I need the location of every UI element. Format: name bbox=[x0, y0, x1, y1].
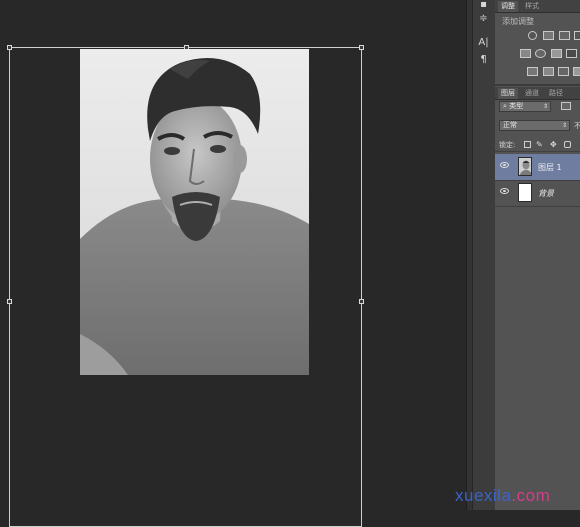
watermark-domain: .com bbox=[511, 486, 551, 505]
layer-name[interactable]: 图层 1 bbox=[538, 162, 562, 173]
curves-icon[interactable] bbox=[559, 31, 570, 40]
layer-thumbnail bbox=[518, 157, 532, 176]
lock-all-icon[interactable] bbox=[564, 141, 571, 148]
chevron-down-icon: ⇕ bbox=[542, 103, 548, 110]
transform-handle-top-left[interactable] bbox=[7, 45, 12, 50]
portrait-photo bbox=[80, 49, 309, 375]
exposure-icon[interactable] bbox=[574, 31, 580, 40]
adjustments-tabbar: 调整 样式 bbox=[495, 0, 580, 13]
vibrance-icon[interactable] bbox=[520, 49, 531, 58]
blend-mode-value: 正常 bbox=[503, 121, 517, 129]
layer-name[interactable]: 背景 bbox=[538, 188, 554, 199]
layer-row[interactable]: 图层 1 bbox=[495, 154, 580, 181]
transform-handle-middle-left[interactable] bbox=[7, 299, 12, 304]
layer-row[interactable]: 背景 bbox=[495, 180, 580, 207]
layer-filter-dropdown[interactable]: ⌕ 类型 ⇕ bbox=[499, 101, 551, 112]
watermark-name: xuexila bbox=[455, 486, 512, 505]
tab-adjustments[interactable]: 调整 bbox=[498, 1, 518, 12]
adjust-sliders-icon[interactable]: ≑ bbox=[476, 12, 491, 26]
threshold-icon[interactable] bbox=[558, 67, 569, 76]
lock-brush-icon[interactable]: ✎ bbox=[536, 141, 543, 149]
layers-list-divider bbox=[495, 151, 580, 152]
tab-channels[interactable]: 通道 bbox=[522, 88, 542, 99]
tab-styles[interactable]: 样式 bbox=[522, 1, 542, 12]
tab-paths[interactable]: 路径 bbox=[546, 88, 566, 99]
posterize-icon[interactable] bbox=[543, 67, 554, 76]
layers-tabbar: 图层 通道 路径 bbox=[495, 87, 580, 100]
panel-divider bbox=[495, 84, 580, 86]
add-adjustment-label: 添加调整 bbox=[502, 17, 534, 26]
levels-icon[interactable] bbox=[543, 31, 554, 40]
gradient-map-icon[interactable] bbox=[573, 67, 580, 76]
hue-saturation-icon[interactable] bbox=[535, 49, 546, 58]
lock-label: 锁定: bbox=[499, 141, 516, 149]
transform-handle-top-right[interactable] bbox=[359, 45, 364, 50]
tool-preset-icon[interactable]: ▪ bbox=[476, 0, 491, 12]
eye-visibility-icon[interactable] bbox=[500, 188, 509, 194]
character-icon[interactable]: A| bbox=[476, 36, 491, 50]
black-white-icon[interactable] bbox=[566, 49, 577, 58]
layer-thumbnail bbox=[518, 183, 532, 202]
opacity-label: 不 bbox=[574, 122, 580, 130]
blend-mode-dropdown[interactable]: 正常 ⇕ bbox=[499, 120, 570, 131]
lock-transparent-icon[interactable] bbox=[524, 141, 531, 148]
site-watermark: xuexila.com bbox=[455, 486, 550, 506]
document-canvas[interactable] bbox=[0, 0, 466, 527]
collapsed-panel-strip: ▪ ≑ A| ¶ bbox=[472, 0, 496, 510]
lock-move-icon[interactable]: ✥ bbox=[550, 141, 557, 149]
eye-visibility-icon[interactable] bbox=[500, 162, 509, 168]
paragraph-icon[interactable]: ¶ bbox=[476, 53, 491, 67]
chevron-down-icon: ⇕ bbox=[561, 122, 567, 129]
layer-filter-value: 类型 bbox=[509, 102, 524, 110]
brightness-icon[interactable] bbox=[528, 31, 537, 40]
transform-handle-middle-right[interactable] bbox=[359, 299, 364, 304]
filter-image-icon[interactable] bbox=[561, 102, 571, 110]
right-panels: 调整 样式 添加调整 图层 通道 路径 ⌕ 类型 ⇕ 正常 ⇕ 不 锁定: ✎ … bbox=[495, 0, 580, 510]
tab-layers[interactable]: 图层 bbox=[498, 88, 518, 99]
color-balance-icon[interactable] bbox=[551, 49, 562, 58]
invert-icon[interactable] bbox=[527, 67, 538, 76]
search-icon: ⌕ bbox=[503, 102, 507, 110]
